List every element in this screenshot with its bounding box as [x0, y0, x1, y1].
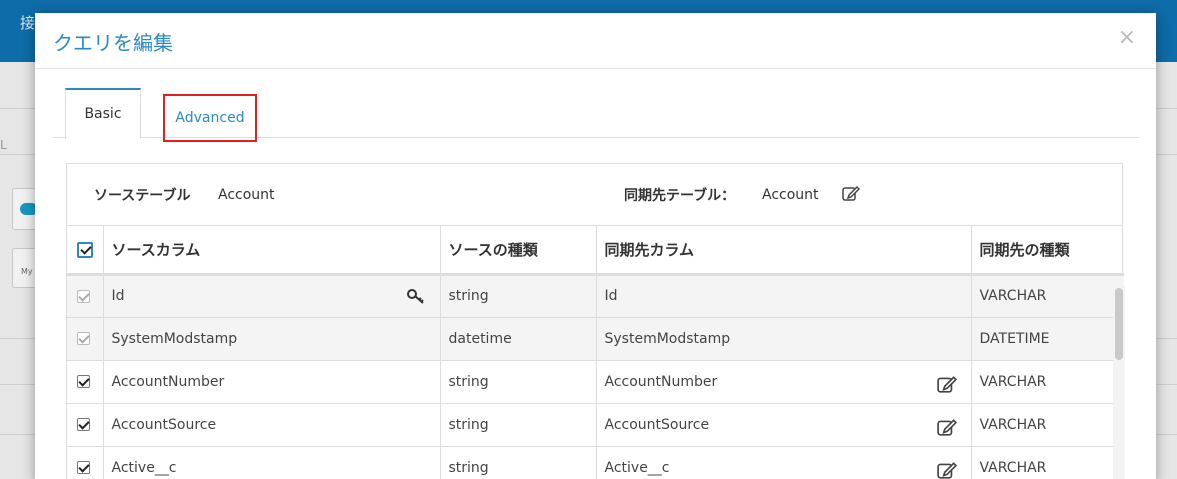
- table-scrollbar[interactable]: [1113, 286, 1125, 479]
- table-row: SystemModstamp datetime SystemModstamp D…: [67, 317, 1124, 361]
- target-type: VARCHAR: [971, 360, 1124, 404]
- source-type: string: [440, 360, 597, 404]
- divider: [1156, 384, 1177, 385]
- tab-bar: Basic Advanced: [53, 88, 1139, 142]
- source-table-label: ソーステーブル: [94, 188, 191, 204]
- target-column: Id: [596, 274, 972, 318]
- row-checkbox-cell: [67, 446, 104, 479]
- table-header-row: ソースカラム ソースの種類 同期先カラム 同期先の種類: [67, 226, 1124, 276]
- column-mapping-table: ソースカラム ソースの種類 同期先カラム 同期先の種類 Id string Id…: [67, 226, 1124, 479]
- tab-basic[interactable]: Basic: [65, 88, 141, 139]
- key-icon: [406, 288, 424, 304]
- source-column: AccountSource: [103, 403, 441, 447]
- row-checkbox-cell: [67, 274, 104, 318]
- close-icon[interactable]: ×: [1118, 25, 1136, 50]
- divider: [1156, 338, 1177, 339]
- row-checkbox-cell: [67, 317, 104, 361]
- target-column-cell: AccountNumber: [596, 360, 972, 404]
- table-row: Id string Id VARCHAR: [67, 274, 1124, 318]
- target-type: VARCHAR: [971, 403, 1124, 447]
- row-checkbox-cell: [67, 360, 104, 404]
- header-source-type: ソースの種類: [440, 226, 597, 276]
- scrollbar-thumb[interactable]: [1115, 288, 1123, 360]
- table-row: AccountSource string AccountSource VARCH…: [67, 403, 1124, 447]
- divider: [0, 154, 40, 155]
- source-column: AccountNumber: [103, 360, 441, 404]
- modal-title: クエリを編集: [53, 31, 173, 55]
- row-checkbox: [77, 332, 90, 345]
- header-source-column: ソースカラム: [103, 226, 441, 276]
- source-type: string: [440, 403, 597, 447]
- divider: [0, 338, 40, 339]
- app-header-title: 接: [20, 14, 36, 32]
- target-table-value: Account: [762, 187, 819, 203]
- edit-icon[interactable]: [842, 185, 860, 201]
- row-checkbox[interactable]: [77, 418, 90, 431]
- source-type: string: [440, 274, 597, 318]
- edit-query-modal: クエリを編集 × Basic Advanced ソーステーブル Account …: [35, 13, 1156, 479]
- header-target-type: 同期先の種類: [971, 226, 1124, 276]
- table-info: ソーステーブル Account 同期先テーブル： Account: [67, 164, 1122, 226]
- divider: [1156, 434, 1177, 435]
- select-all-checkbox[interactable]: [77, 241, 93, 258]
- divider: [0, 384, 40, 385]
- header-target-column: 同期先カラム: [596, 226, 972, 276]
- source-table-value: Account: [218, 187, 275, 203]
- table-row: Active__c string Active__c VARCHAR: [67, 446, 1124, 479]
- row-checkbox: [77, 289, 90, 303]
- divider: [1156, 154, 1177, 155]
- tab-advanced[interactable]: Advanced: [163, 94, 257, 142]
- target-column: SystemModstamp: [596, 317, 972, 361]
- query-panel: ソーステーブル Account 同期先テーブル： Account ソースカラム …: [66, 163, 1124, 479]
- table-row: AccountNumber string AccountNumber VARCH…: [67, 360, 1124, 404]
- app-side-text: L: [0, 138, 7, 152]
- target-type: VARCHAR: [971, 274, 1124, 318]
- target-column-cell: Active__c: [596, 446, 972, 479]
- divider: [1156, 108, 1177, 109]
- source-column: Id: [111, 288, 125, 304]
- row-checkbox[interactable]: [77, 375, 90, 388]
- edit-icon[interactable]: [936, 375, 957, 393]
- source-column: Active__c: [103, 446, 441, 479]
- modal-header: クエリを編集 ×: [35, 13, 1156, 69]
- target-table-label: 同期先テーブル：: [624, 188, 736, 204]
- target-column-cell: AccountSource: [596, 403, 972, 447]
- source-column-cell: Id: [103, 274, 441, 318]
- divider: [0, 434, 40, 435]
- connector-label: My: [21, 267, 33, 276]
- edit-icon[interactable]: [936, 418, 957, 436]
- target-column: AccountSource: [604, 416, 710, 433]
- target-type: VARCHAR: [971, 446, 1124, 479]
- target-type: DATETIME: [971, 317, 1124, 361]
- source-type: datetime: [440, 317, 597, 361]
- target-column: Active__c: [604, 459, 670, 476]
- divider: [0, 108, 40, 109]
- target-column: AccountNumber: [604, 373, 718, 390]
- row-checkbox[interactable]: [77, 461, 90, 474]
- source-type: string: [440, 446, 597, 479]
- select-all-cell: [67, 226, 104, 276]
- edit-icon[interactable]: [936, 461, 957, 479]
- row-checkbox-cell: [67, 403, 104, 447]
- source-column: SystemModstamp: [103, 317, 441, 361]
